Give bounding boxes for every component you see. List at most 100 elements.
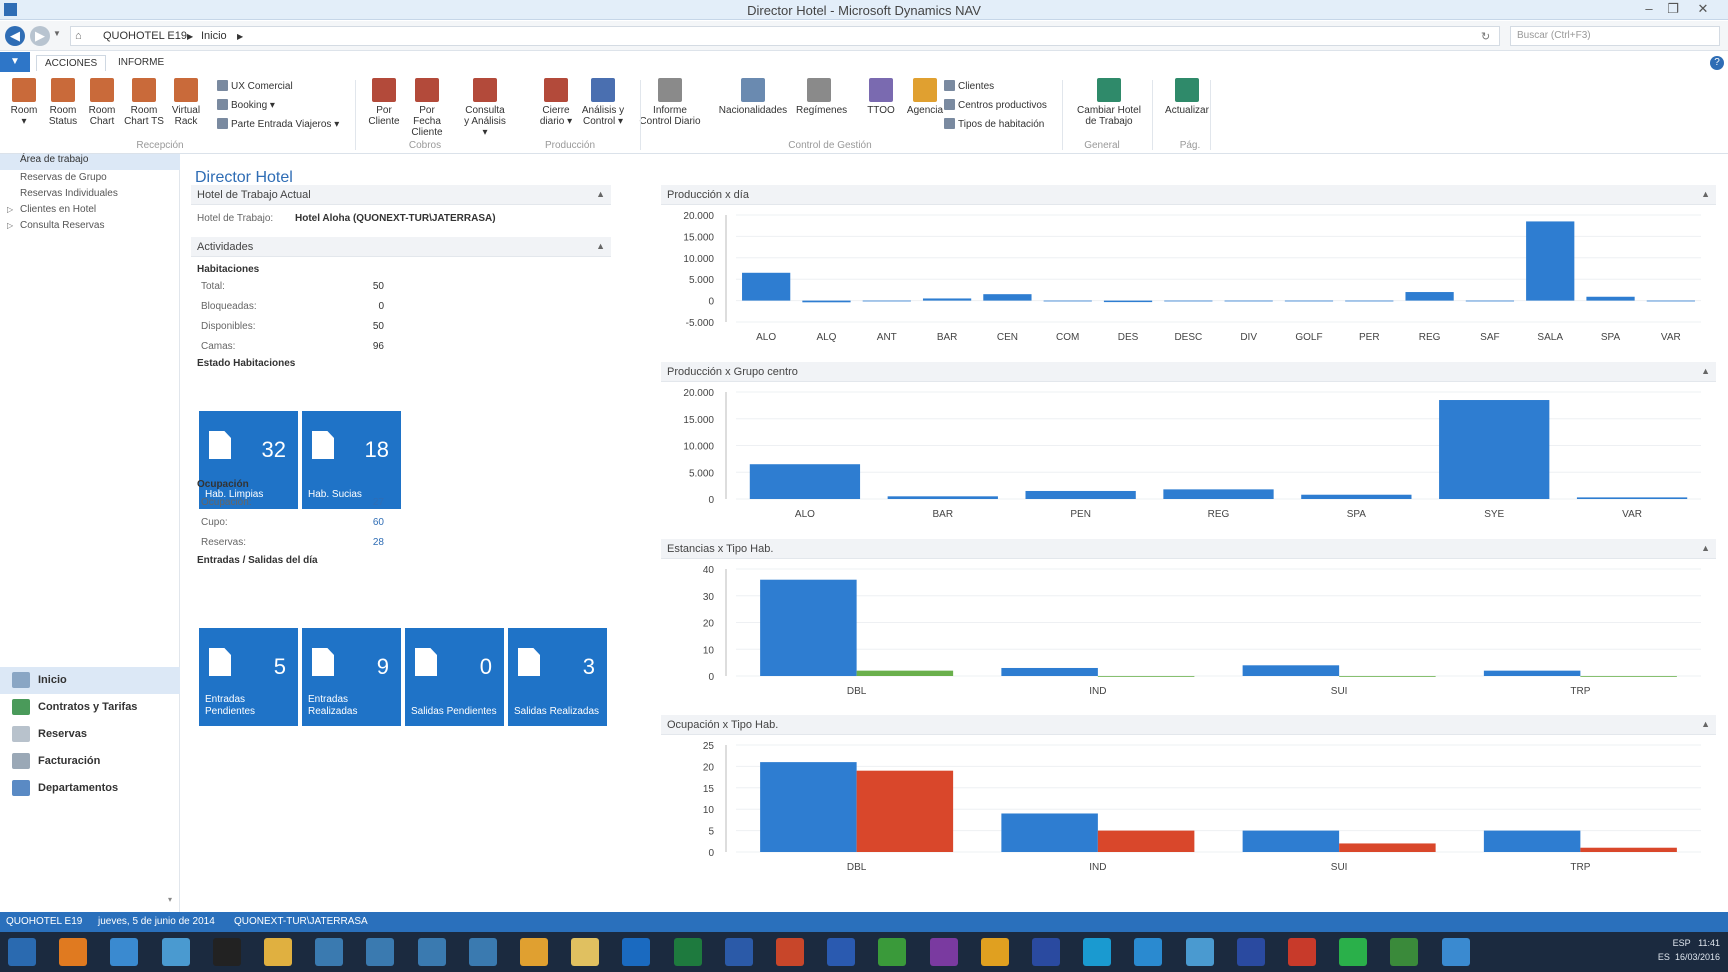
buttons2-button-6[interactable]: Nacionalidades: [718, 78, 788, 116]
help-icon[interactable]: ?: [1710, 56, 1724, 70]
bar[interactable]: [983, 294, 1032, 301]
chart-header-0[interactable]: Producción x día ▲: [661, 185, 1716, 205]
excel-icon[interactable]: [673, 938, 702, 966]
home-icon[interactable]: ⌂: [75, 30, 82, 42]
word-icon[interactable]: [724, 938, 753, 966]
bar[interactable]: [742, 272, 791, 301]
cue-tile[interactable]: 0 Salidas Pendientes: [405, 628, 504, 726]
cue-tile[interactable]: 9 Entradas Realizadas: [302, 628, 401, 726]
tab-acciones[interactable]: ACCIONES: [36, 55, 107, 71]
tray-time[interactable]: 11:41: [1698, 938, 1720, 948]
nav-item-clientes-hotel[interactable]: Clientes en Hotel: [20, 204, 96, 215]
file-menu-button[interactable]: ▼: [0, 52, 30, 72]
chart-header-3[interactable]: Ocupación x Tipo Hab. ▲: [661, 715, 1716, 735]
breadcrumb[interactable]: ⌂ QUOHOTEL E19 ▶ Inicio ▶ ↻: [70, 26, 1500, 46]
close-icon[interactable]: ✕: [1692, 1, 1714, 17]
bar[interactable]: [760, 762, 857, 852]
project-icon[interactable]: [878, 938, 907, 966]
bar[interactable]: [1103, 300, 1153, 303]
nav-item-reservas-grupo[interactable]: Reservas de Grupo: [20, 172, 107, 183]
app-icon[interactable]: [1032, 938, 1060, 966]
collapse-icon[interactable]: ▲: [1701, 189, 1710, 199]
onenote-icon[interactable]: [929, 938, 958, 966]
bar[interactable]: [1001, 813, 1098, 852]
bar[interactable]: [1043, 300, 1092, 302]
app-icon[interactable]: [1288, 938, 1316, 966]
app-icon[interactable]: [520, 938, 548, 966]
nav-button-facturacion[interactable]: Facturación: [0, 748, 180, 775]
buttons-button-0[interactable]: Room ▾: [4, 78, 44, 127]
bar[interactable]: [1163, 489, 1274, 499]
tray-lang[interactable]: ESP: [1673, 938, 1691, 948]
powerpoint-icon[interactable]: [776, 938, 804, 966]
chart-icon[interactable]: [315, 938, 344, 966]
cue-tile[interactable]: 5 Entradas Pendientes: [199, 628, 298, 726]
bar[interactable]: [887, 496, 998, 499]
skype-icon[interactable]: [1083, 938, 1112, 966]
buttons2-button-7[interactable]: Regímenes: [796, 78, 847, 116]
bar[interactable]: [1345, 300, 1394, 302]
nav-button-departamentos[interactable]: Departamentos: [0, 775, 180, 802]
row-value[interactable]: 28: [344, 537, 384, 548]
outlook-icon[interactable]: [622, 938, 651, 966]
bar[interactable]: [749, 464, 861, 499]
bar[interactable]: [802, 300, 851, 303]
ribbon-small2-0[interactable]: Clientes: [944, 80, 994, 92]
row-value[interactable]: 60: [344, 517, 384, 528]
app-icon[interactable]: [1236, 938, 1265, 966]
cue-tile[interactable]: 18 Hab. Sucias: [302, 411, 401, 509]
buttons-button-2[interactable]: Room Chart: [82, 78, 122, 127]
restore-icon[interactable]: ❐: [1662, 1, 1684, 17]
minimize-icon[interactable]: –: [1638, 1, 1660, 16]
bar[interactable]: [1164, 300, 1213, 302]
collapse-icon[interactable]: ▲: [1701, 543, 1710, 553]
bar[interactable]: [1097, 676, 1195, 677]
buttons2-button-2[interactable]: Consulta y Análisis ▾: [462, 78, 508, 138]
expand-icon[interactable]: ▷: [7, 221, 13, 230]
app-icon[interactable]: [1185, 938, 1214, 966]
collapse-icon[interactable]: ▲: [596, 241, 605, 251]
windows-start-icon[interactable]: [8, 938, 36, 966]
bar[interactable]: [1339, 843, 1436, 852]
bar[interactable]: [862, 300, 911, 302]
nav-item-reservas-individuales[interactable]: Reservas Individuales: [20, 188, 118, 199]
spotify-icon[interactable]: [1339, 938, 1368, 966]
buttons3-button-1[interactable]: Actualizar: [1162, 78, 1212, 116]
bar[interactable]: [1439, 400, 1550, 499]
back-icon[interactable]: ◀: [5, 26, 25, 46]
chart-icon[interactable]: [366, 938, 395, 966]
buttons2-button-4[interactable]: Análisis y Control ▾: [580, 78, 626, 127]
forward-icon[interactable]: ▶: [30, 26, 50, 46]
bar[interactable]: [1646, 300, 1695, 302]
ribbon-small-1[interactable]: Booking ▾: [217, 99, 275, 111]
bar[interactable]: [1025, 490, 1136, 499]
nav-button-inicio[interactable]: Inicio: [0, 667, 180, 694]
visio-icon[interactable]: [827, 938, 856, 966]
bar[interactable]: [1339, 676, 1436, 677]
chart-header-2[interactable]: Estancias x Tipo Hab. ▲: [661, 539, 1716, 559]
expand-icon[interactable]: ▷: [7, 205, 13, 214]
bar[interactable]: [1001, 667, 1098, 676]
bar[interactable]: [1465, 300, 1515, 302]
bar[interactable]: [1526, 221, 1575, 301]
bar[interactable]: [1483, 830, 1581, 852]
bar[interactable]: [1580, 676, 1677, 677]
ie-icon[interactable]: [110, 938, 139, 966]
chart-icon[interactable]: [417, 938, 446, 966]
tab-informe[interactable]: INFORME: [110, 55, 172, 70]
bar[interactable]: [1224, 300, 1273, 302]
bar[interactable]: [1405, 292, 1454, 301]
settings-icon[interactable]: [1441, 938, 1470, 966]
app-icon[interactable]: [1134, 938, 1163, 966]
nav-pane-chevron-icon[interactable]: ▾: [168, 895, 172, 904]
bar[interactable]: [1097, 830, 1195, 852]
ribbon-small-0[interactable]: UX Comercial: [217, 80, 293, 92]
bar[interactable]: [1580, 847, 1677, 852]
cue-tile[interactable]: 32 Hab. Limpias: [199, 411, 298, 509]
bar[interactable]: [1242, 665, 1340, 676]
breadcrumb-company[interactable]: QUOHOTEL E19: [103, 30, 187, 42]
chart-header-1[interactable]: Producción x Grupo centro ▲: [661, 362, 1716, 382]
collapse-icon[interactable]: ▲: [1701, 366, 1710, 376]
bar[interactable]: [1301, 494, 1412, 499]
folder-icon[interactable]: [264, 938, 292, 966]
